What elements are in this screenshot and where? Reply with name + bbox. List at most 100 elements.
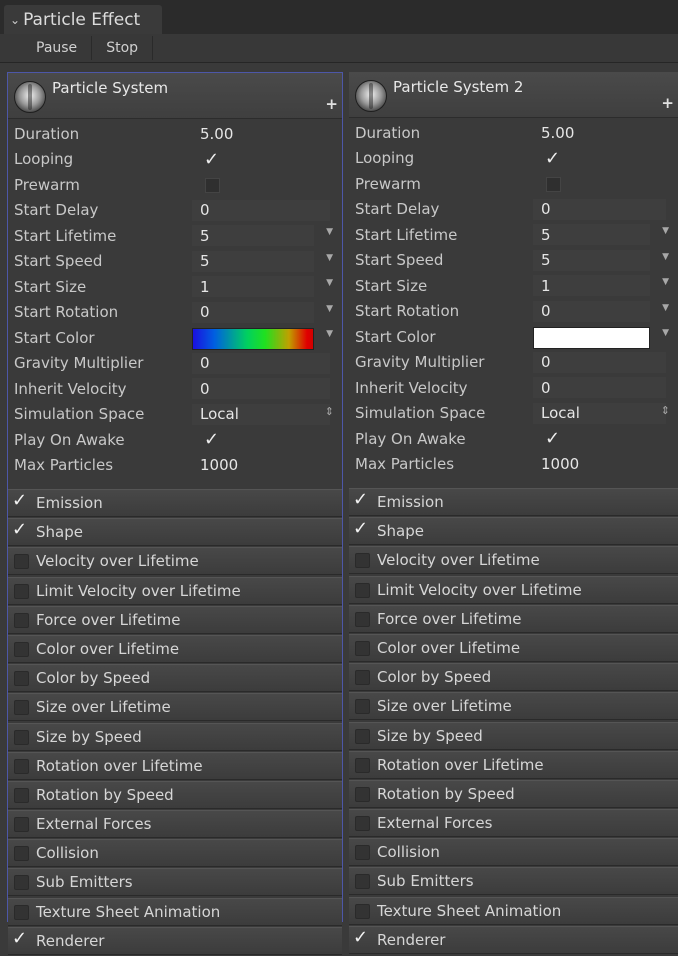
start-size-field[interactable]: 1 [533,275,650,296]
simulation-space-select[interactable]: Local [192,403,330,425]
start-delay-field[interactable]: 0 [533,198,666,220]
stop-button[interactable]: Stop [92,36,154,60]
start-speed-field[interactable]: 5 [533,249,650,271]
dropdown-icon[interactable]: ▼ [662,226,669,236]
dropdown-icon[interactable]: ▼ [662,328,669,338]
module-checkbox[interactable] [14,612,29,628]
start-color-gradient[interactable] [192,328,314,350]
module-rotation-by-speed[interactable]: Rotation by Speed [8,780,342,809]
inherit-velocity-field[interactable]: 0 [533,377,666,398]
play-on-awake-checkbox[interactable]: ✓ [545,428,560,449]
tab-particle-effect[interactable]: ⌄ Particle Effect [4,5,162,34]
module-external-forces[interactable]: External Forces [8,810,342,839]
check-icon[interactable]: ✓ [353,518,368,539]
dropdown-icon[interactable]: ▼ [326,253,333,263]
module-renderer[interactable]: ✓ Renderer [349,925,678,954]
module-checkbox[interactable] [355,786,370,802]
module-color-over-lifetime[interactable]: Color over Lifetime [8,634,342,663]
simulation-space-select[interactable]: Local [533,402,666,424]
check-icon[interactable]: ✓ [12,928,27,949]
module-checkbox[interactable] [355,670,370,686]
gravity-multiplier-field[interactable]: 0 [533,351,666,373]
module-rotation-over-lifetime[interactable]: Rotation over Lifetime [349,750,678,779]
module-texture-sheet-animation[interactable]: Texture Sheet Animation [349,896,678,925]
module-checkbox[interactable] [14,787,29,803]
module-size-over-lifetime[interactable]: Size over Lifetime [8,693,342,722]
gravity-multiplier-field[interactable]: 0 [192,352,330,374]
module-sub-emitters[interactable]: Sub Emitters [349,867,678,896]
module-checkbox[interactable] [355,874,370,890]
module-collision[interactable]: Collision [349,838,678,867]
module-checkbox[interactable] [14,729,29,745]
start-color-swatch[interactable] [533,327,650,349]
updown-icon[interactable]: ⇕ [661,404,670,417]
start-rotation-field[interactable]: 0 [533,300,650,322]
module-color-over-lifetime[interactable]: Color over Lifetime [349,633,678,662]
module-checkbox[interactable] [355,728,370,744]
module-checkbox[interactable] [14,904,29,920]
panel-header[interactable]: Particle System + [8,73,342,119]
dropdown-icon[interactable]: ▼ [326,304,333,314]
module-limit-velocity-over-lifetime[interactable]: Limit Velocity over Lifetime [8,576,342,605]
module-checkbox[interactable] [14,554,29,570]
play-on-awake-checkbox[interactable]: ✓ [204,429,219,450]
start-rotation-field[interactable]: 0 [192,301,314,323]
module-checkbox[interactable] [14,671,29,687]
module-rotation-by-speed[interactable]: Rotation by Speed [349,779,678,808]
module-checkbox[interactable] [14,817,29,833]
duration-field[interactable]: 5.00 [533,122,666,143]
check-icon[interactable]: ✓ [12,490,27,511]
check-icon[interactable]: ✓ [353,489,368,510]
module-checkbox[interactable] [14,583,29,599]
looping-checkbox[interactable]: ✓ [204,149,219,170]
module-external-forces[interactable]: External Forces [349,809,678,838]
chevron-down-icon[interactable]: ⌄ [10,13,20,27]
module-checkbox[interactable] [355,553,370,569]
module-velocity-over-lifetime[interactable]: Velocity over Lifetime [8,547,342,576]
module-renderer[interactable]: ✓ Renderer [8,926,342,955]
module-size-by-speed[interactable]: Size by Speed [349,721,678,750]
module-texture-sheet-animation[interactable]: Texture Sheet Animation [8,897,342,926]
module-velocity-over-lifetime[interactable]: Velocity over Lifetime [349,546,678,575]
duration-field[interactable]: 5.00 [192,123,330,144]
module-checkbox[interactable] [355,699,370,715]
module-limit-velocity-over-lifetime[interactable]: Limit Velocity over Lifetime [349,575,678,604]
module-checkbox[interactable] [14,875,29,891]
module-checkbox[interactable] [14,700,29,716]
check-icon[interactable]: ✓ [353,927,368,948]
module-checkbox[interactable] [355,757,370,773]
updown-icon[interactable]: ⇕ [325,405,334,418]
inherit-velocity-field[interactable]: 0 [192,378,330,399]
module-checkbox[interactable] [355,640,370,656]
add-icon[interactable]: + [661,94,674,112]
module-sub-emitters[interactable]: Sub Emitters [8,868,342,897]
module-emission[interactable]: ✓ Emission [349,488,678,516]
add-icon[interactable]: + [325,95,338,113]
module-rotation-over-lifetime[interactable]: Rotation over Lifetime [8,751,342,780]
module-checkbox[interactable] [14,641,29,657]
module-checkbox[interactable] [355,903,370,919]
pause-button[interactable]: Pause [0,36,93,60]
start-delay-field[interactable]: 0 [192,199,330,221]
module-checkbox[interactable] [14,846,29,862]
dropdown-icon[interactable]: ▼ [662,252,669,262]
start-size-field[interactable]: 1 [192,276,314,297]
module-checkbox[interactable] [355,845,370,861]
max-particles-field[interactable]: 1000 [533,454,666,475]
start-lifetime-field[interactable]: 5 [192,225,314,246]
dropdown-icon[interactable]: ▼ [662,277,669,287]
module-force-over-lifetime[interactable]: Force over Lifetime [349,604,678,633]
dropdown-icon[interactable]: ▼ [326,329,333,339]
module-size-over-lifetime[interactable]: Size over Lifetime [349,692,678,721]
module-checkbox[interactable] [355,816,370,832]
prewarm-checkbox[interactable] [546,177,561,192]
module-shape[interactable]: ✓ Shape [349,517,678,546]
module-color-by-speed[interactable]: Color by Speed [8,664,342,693]
module-checkbox[interactable] [355,611,370,627]
dropdown-icon[interactable]: ▼ [326,278,333,288]
module-checkbox[interactable] [14,758,29,774]
max-particles-field[interactable]: 1000 [192,455,330,476]
panel-header[interactable]: Particle System 2 + [349,72,678,118]
start-lifetime-field[interactable]: 5 [533,224,650,245]
module-color-by-speed[interactable]: Color by Speed [349,663,678,692]
